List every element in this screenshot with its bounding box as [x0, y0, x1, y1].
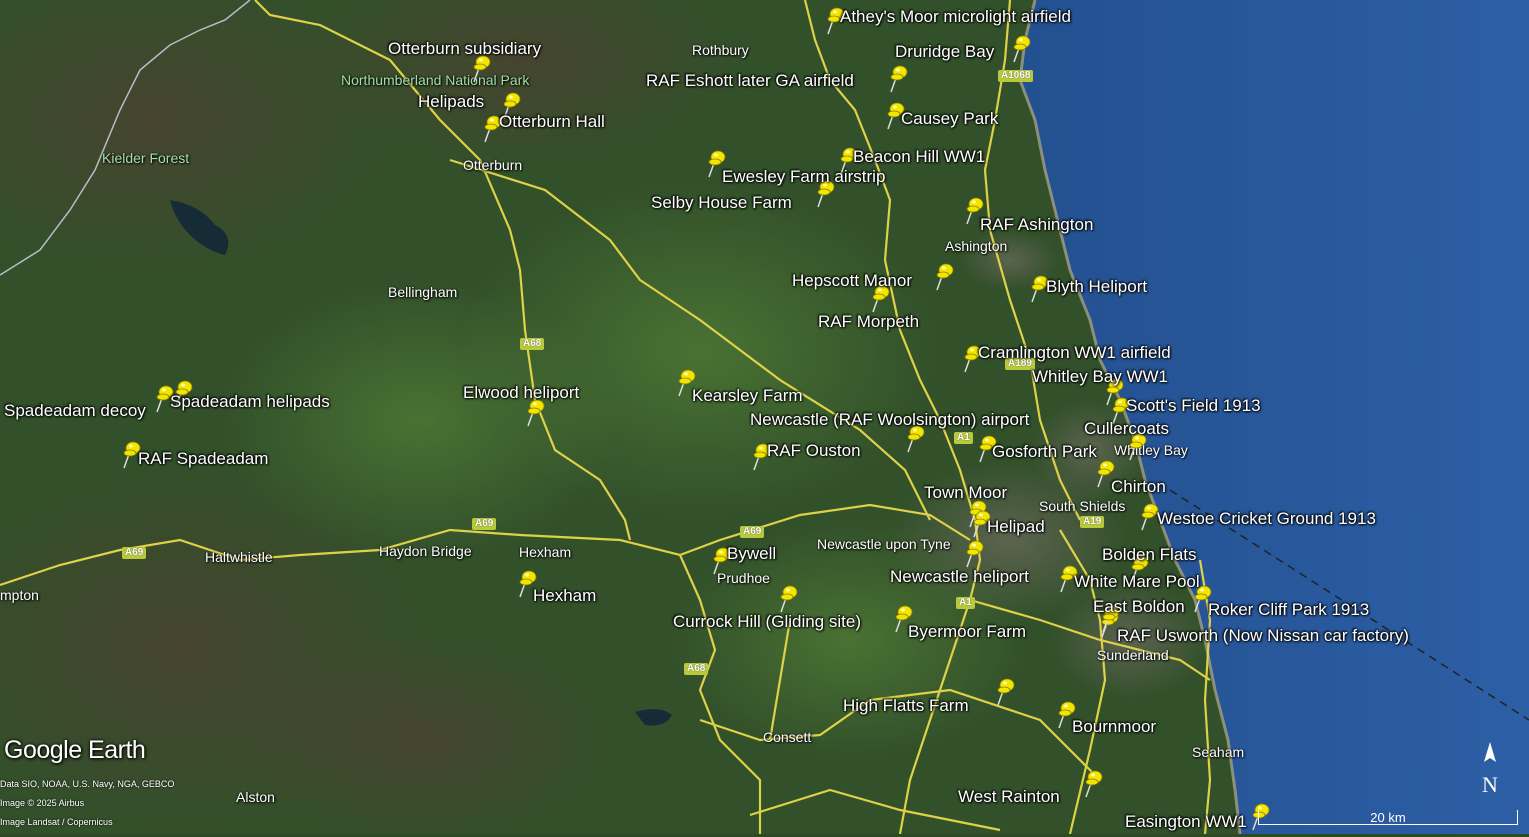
- road-shield: A69: [472, 518, 497, 530]
- pushpin-icon[interactable]: [888, 62, 910, 94]
- road-shield: A68: [520, 338, 545, 350]
- airfield-label[interactable]: Bournmoor: [1072, 718, 1156, 735]
- place-label: Sunderland: [1097, 647, 1169, 663]
- airfield-label[interactable]: Byermoor Farm: [908, 623, 1026, 640]
- airfield-label[interactable]: Druridge Bay: [895, 43, 994, 60]
- place-label: South Shields: [1039, 498, 1126, 514]
- road-shield: A1: [956, 597, 975, 609]
- credit-text: Image Landsat / Copernicus: [0, 817, 113, 827]
- airfield-label[interactable]: RAF Ouston: [767, 442, 861, 459]
- place-label: mpton: [0, 587, 39, 603]
- airfield-label[interactable]: Whitley Bay WW1: [1032, 368, 1168, 385]
- pushpin-icon[interactable]: [1083, 767, 1105, 799]
- airfield-label[interactable]: RAF Usworth (Now Nissan car factory): [1117, 627, 1409, 644]
- scale-label: 20 km: [1370, 810, 1406, 825]
- airfield-label[interactable]: Newcastle (RAF Woolsington) airport: [750, 411, 1029, 428]
- road-shield: A69: [122, 547, 147, 559]
- airfield-label[interactable]: Kearsley Farm: [692, 387, 803, 404]
- airfield-label[interactable]: Spadeadam helipads: [170, 393, 330, 410]
- airfield-label[interactable]: Hepscott Manor: [792, 272, 912, 289]
- place-label: Rothbury: [692, 42, 749, 58]
- place-label: Ashington: [945, 238, 1008, 254]
- road-shield: A1068: [998, 70, 1034, 82]
- airfield-label[interactable]: Roker Cliff Park 1913: [1208, 601, 1369, 618]
- place-label: Otterburn: [463, 157, 523, 173]
- airfield-label[interactable]: Ewesley Farm airstrip: [722, 168, 885, 185]
- airfield-label[interactable]: Blyth Heliport: [1046, 278, 1147, 295]
- place-label: Consett: [763, 729, 812, 745]
- airfield-label[interactable]: Westoe Cricket Ground 1913: [1157, 510, 1376, 527]
- airfield-label[interactable]: RAF Morpeth: [818, 313, 919, 330]
- place-label: Seaham: [1192, 744, 1245, 760]
- airfield-label[interactable]: Helipad: [987, 518, 1045, 535]
- place-label: Whitley Bay: [1114, 442, 1188, 458]
- scale-bar: 20 km: [1258, 810, 1518, 825]
- airfield-label[interactable]: Helipads: [418, 93, 484, 110]
- airfield-label[interactable]: Otterburn Hall: [499, 113, 605, 130]
- pushpin-icon[interactable]: [934, 260, 956, 292]
- airfield-label[interactable]: Beacon Hill WW1: [853, 148, 985, 165]
- place-label: Haydon Bridge: [379, 543, 472, 559]
- place-label: Kielder Forest: [102, 150, 190, 166]
- pushpin-icon[interactable]: [1011, 32, 1033, 64]
- road-shield: A1: [954, 432, 973, 444]
- pushpin-icon[interactable]: [964, 537, 986, 569]
- airfield-label[interactable]: RAF Spadeadam: [138, 450, 268, 467]
- airfield-label[interactable]: Spadeadam decoy: [4, 402, 146, 419]
- airfield-label[interactable]: RAF Ashington: [980, 216, 1093, 233]
- airfield-label[interactable]: Bolden Flats: [1102, 546, 1197, 563]
- airfield-label[interactable]: Otterburn subsidiary: [388, 40, 541, 57]
- airfield-label[interactable]: West Rainton: [958, 788, 1060, 805]
- compass-icon[interactable]: N: [1478, 740, 1502, 800]
- airfield-label[interactable]: Athey's Moor microlight airfield: [840, 8, 1071, 25]
- pushpin-icon[interactable]: [778, 582, 800, 614]
- airfield-label[interactable]: Scott's Field 1913: [1126, 397, 1261, 414]
- place-label: Bellingham: [388, 284, 458, 300]
- place-label: Alston: [236, 789, 275, 805]
- airfield-label[interactable]: Currock Hill (Gliding site): [673, 613, 861, 630]
- credit-text: Image © 2025 Airbus: [0, 798, 85, 808]
- airfield-label[interactable]: Causey Park: [901, 110, 998, 127]
- compass-label: N: [1482, 772, 1498, 797]
- airfield-label[interactable]: Town Moor: [924, 484, 1007, 501]
- place-label: Newcastle upon Tyne: [817, 536, 951, 552]
- airfield-label[interactable]: Bywell: [727, 545, 776, 562]
- airfield-label[interactable]: Chirton: [1111, 478, 1166, 495]
- airfield-label[interactable]: Cullercoats: [1084, 420, 1169, 437]
- airfield-label[interactable]: Hexham: [533, 587, 596, 604]
- place-label: Haltwhistle: [205, 549, 273, 565]
- airfield-label[interactable]: Elwood heliport: [463, 384, 579, 401]
- airfield-label[interactable]: Easington WW1: [1125, 813, 1247, 830]
- road-shield: A69: [740, 526, 765, 538]
- pushpin-icon[interactable]: [995, 675, 1017, 707]
- road-shield: A68: [684, 663, 709, 675]
- airfield-label[interactable]: Gosforth Park: [992, 443, 1097, 460]
- airfield-label[interactable]: East Boldon: [1093, 598, 1185, 615]
- credit-text: Data SIO, NOAA, U.S. Navy, NGA, GEBCO: [0, 779, 175, 789]
- google-earth-logo: Google Earth: [4, 736, 146, 764]
- airfield-label[interactable]: High Flatts Farm: [843, 697, 969, 714]
- airfield-label[interactable]: Newcastle heliport: [890, 568, 1029, 585]
- airfield-label[interactable]: White Mare Pool: [1074, 573, 1200, 590]
- airfield-label[interactable]: RAF Eshott later GA airfield: [646, 72, 854, 89]
- place-label: Hexham: [519, 544, 572, 560]
- place-label: Northumberland National Park: [341, 72, 530, 88]
- road-shield: A19: [1080, 516, 1105, 528]
- airfield-label[interactable]: Cramlington WW1 airfield: [978, 344, 1171, 361]
- airfield-label[interactable]: Selby House Farm: [651, 194, 792, 211]
